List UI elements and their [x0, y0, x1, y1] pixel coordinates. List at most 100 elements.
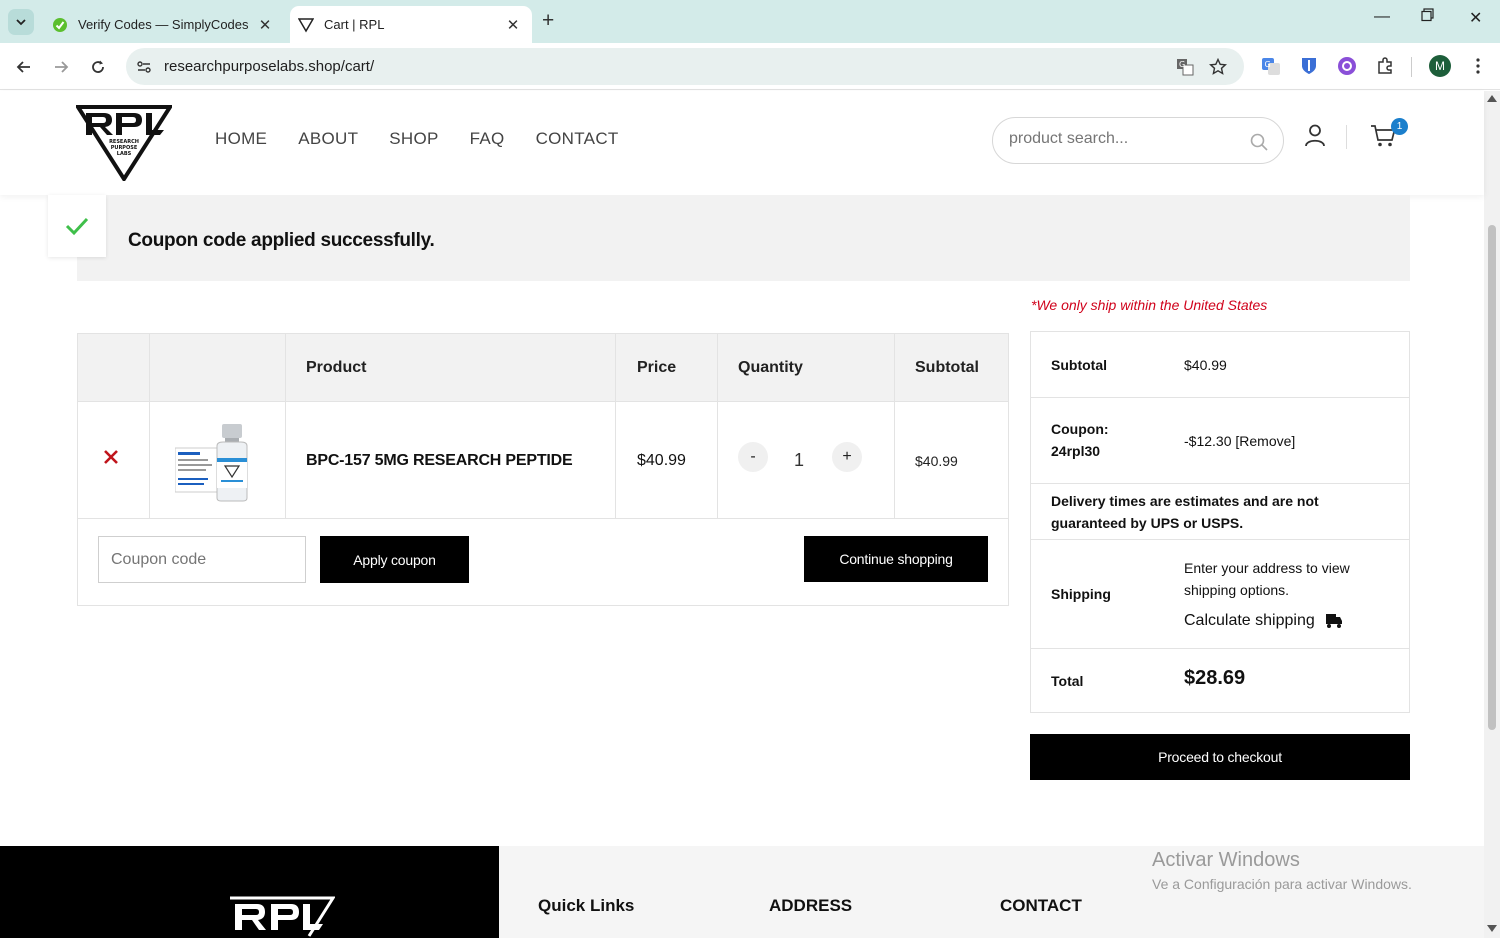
svg-text:G: G — [1179, 60, 1185, 69]
address-bar[interactable]: researchpurposelabs.shop/cart/ G — [126, 48, 1244, 85]
cart-item-row: BPC-157 5MG RESEARCH PEPTIDE $40.99 - 1 … — [78, 402, 1008, 519]
subtotal-value: $40.99 — [1184, 357, 1227, 373]
item-subtotal: $40.99 — [915, 453, 958, 469]
tab-title: Cart | RPL — [324, 17, 385, 32]
coupon-discount: -$12.30 [Remove] — [1184, 430, 1295, 452]
close-tab-icon[interactable]: ✕ — [254, 16, 276, 34]
page-scrollbar[interactable] — [1484, 91, 1500, 938]
quantity-input[interactable]: 1 — [784, 450, 814, 471]
new-tab-button[interactable]: + — [542, 9, 554, 33]
apply-coupon-button[interactable]: Apply coupon — [320, 536, 469, 583]
product-name-link[interactable]: BPC-157 5MG RESEARCH PEPTIDE — [306, 452, 573, 470]
shipping-message: Enter your address to view shipping opti… — [1184, 560, 1350, 598]
footer-quick-links-heading: Quick Links — [538, 896, 635, 915]
toolbar-divider — [1411, 57, 1412, 77]
footer-links-panel — [499, 846, 1484, 938]
shipping-restriction-note: *We only ship within the United States — [1031, 297, 1268, 313]
bitwarden-extension-icon[interactable] — [1299, 56, 1319, 76]
total-value: $28.69 — [1184, 667, 1246, 689]
close-tab-icon[interactable]: ✕ — [502, 16, 524, 34]
calculate-shipping-label: Calculate shipping — [1184, 612, 1315, 629]
footer-brand-panel — [0, 846, 499, 938]
search-icon[interactable] — [1249, 132, 1269, 152]
product-thumbnail[interactable] — [175, 422, 253, 502]
google-translate-extension-icon[interactable]: G — [1261, 56, 1281, 76]
footer-rpl-logo[interactable] — [229, 896, 335, 938]
product-search-input[interactable] — [1009, 130, 1239, 148]
col-price: Price — [637, 359, 677, 376]
item-price: $40.99 — [637, 452, 686, 469]
nav-faq[interactable]: FAQ — [470, 129, 505, 149]
scrollbar-thumb[interactable] — [1488, 225, 1496, 730]
user-account-icon[interactable] — [1303, 123, 1327, 147]
remove-item-icon[interactable] — [103, 449, 119, 465]
nav-home[interactable]: HOME — [215, 129, 267, 149]
continue-shopping-button[interactable]: Continue shopping — [804, 536, 988, 582]
cart-totals: Subtotal $40.99 Coupon: 24rpl30 -$12.30 … — [1030, 331, 1410, 713]
quantity-increase-button[interactable]: + — [832, 442, 862, 472]
tab-search-button[interactable] — [8, 9, 34, 35]
totals-total-row: Total $28.69 — [1031, 649, 1409, 712]
notice-check-box — [48, 195, 106, 257]
rpl-logo[interactable]: RESEARCH PURPOSE LABS — [76, 105, 172, 181]
forward-icon[interactable] — [49, 55, 73, 79]
browser-toolbar: researchpurposelabs.shop/cart/ G G M — [0, 43, 1500, 90]
nav-about[interactable]: ABOUT — [298, 129, 358, 149]
coupon-code-input[interactable] — [98, 536, 306, 583]
tab-title: Verify Codes — SimplyCodes — [78, 17, 249, 32]
col-product: Product — [306, 359, 367, 376]
check-icon — [65, 217, 89, 236]
simplycodes-favicon-icon — [52, 17, 68, 33]
truck-icon — [1325, 614, 1342, 628]
chevron-down-icon — [16, 19, 26, 26]
cart-count-badge: 1 — [1391, 118, 1408, 135]
site-info-icon[interactable] — [134, 57, 154, 77]
extensions-puzzle-icon[interactable] — [1375, 56, 1395, 76]
browser-menu-icon[interactable] — [1468, 56, 1488, 76]
translate-icon[interactable]: G — [1175, 57, 1195, 77]
purple-extension-icon[interactable] — [1337, 56, 1357, 76]
window-close-icon[interactable]: ✕ — [1469, 8, 1482, 28]
col-quantity: Quantity — [738, 359, 803, 376]
windows-activation-title: Activar Windows — [1152, 849, 1300, 871]
nav-shop[interactable]: SHOP — [389, 129, 438, 149]
svg-text:LABS: LABS — [117, 151, 132, 157]
tab-simplycodes[interactable]: Verify Codes — SimplyCodes ✕ — [44, 6, 284, 43]
scroll-up-arrow-icon[interactable] — [1487, 95, 1497, 102]
totals-shipping-row: Shipping Enter your address to view ship… — [1031, 540, 1409, 649]
svg-text:G: G — [1265, 60, 1271, 69]
total-label: Total — [1051, 673, 1084, 689]
windows-activation-subtitle: Ve a Configuración para activar Windows. — [1152, 876, 1412, 892]
main-nav: HOME ABOUT SHOP FAQ CONTACT — [215, 129, 619, 149]
coupon-label: Coupon: 24rpl30 — [1051, 421, 1109, 459]
cart-table: Product Price Quantity Subtotal BPC-157 … — [77, 333, 1009, 606]
col-subtotal: Subtotal — [915, 359, 979, 376]
tab-cart-rpl[interactable]: Cart | RPL ✕ — [290, 6, 532, 43]
notice-message: Coupon code applied successfully. — [128, 230, 435, 251]
remove-coupon-link[interactable]: [Remove] — [1235, 433, 1295, 449]
coupon-discount-value: -$12.30 — [1184, 433, 1232, 449]
minimize-icon[interactable]: — — [1374, 8, 1390, 26]
totals-subtotal-row: Subtotal $40.99 — [1031, 332, 1409, 398]
bookmark-star-icon[interactable] — [1208, 57, 1228, 77]
shipping-label: Shipping — [1051, 586, 1111, 602]
maximize-icon[interactable] — [1421, 8, 1435, 27]
back-icon[interactable] — [12, 55, 36, 79]
quantity-decrease-button[interactable]: - — [738, 442, 768, 472]
subtotal-label: Subtotal — [1051, 357, 1107, 373]
product-search — [992, 117, 1284, 164]
site-header: RESEARCH PURPOSE LABS HOME ABOUT SHOP FA… — [0, 91, 1484, 195]
proceed-to-checkout-button[interactable]: Proceed to checkout — [1030, 734, 1410, 780]
url-text: researchpurposelabs.shop/cart/ — [164, 58, 375, 75]
delivery-note-row: Delivery times are estimates and are not… — [1031, 484, 1409, 540]
footer-address-heading: ADDRESS — [769, 896, 853, 915]
scroll-down-arrow-icon[interactable] — [1487, 925, 1497, 932]
profile-avatar[interactable]: M — [1429, 55, 1451, 77]
browser-tab-strip: Verify Codes — SimplyCodes ✕ Cart | RPL … — [0, 0, 1500, 43]
calculate-shipping-link[interactable]: Calculate shipping — [1184, 610, 1343, 632]
reload-icon[interactable] — [86, 55, 110, 79]
rpl-favicon-icon — [298, 17, 314, 33]
delivery-note: Delivery times are estimates and are not… — [1051, 493, 1319, 531]
totals-coupon-row: Coupon: 24rpl30 -$12.30 [Remove] — [1031, 398, 1409, 484]
nav-contact[interactable]: CONTACT — [536, 129, 619, 149]
